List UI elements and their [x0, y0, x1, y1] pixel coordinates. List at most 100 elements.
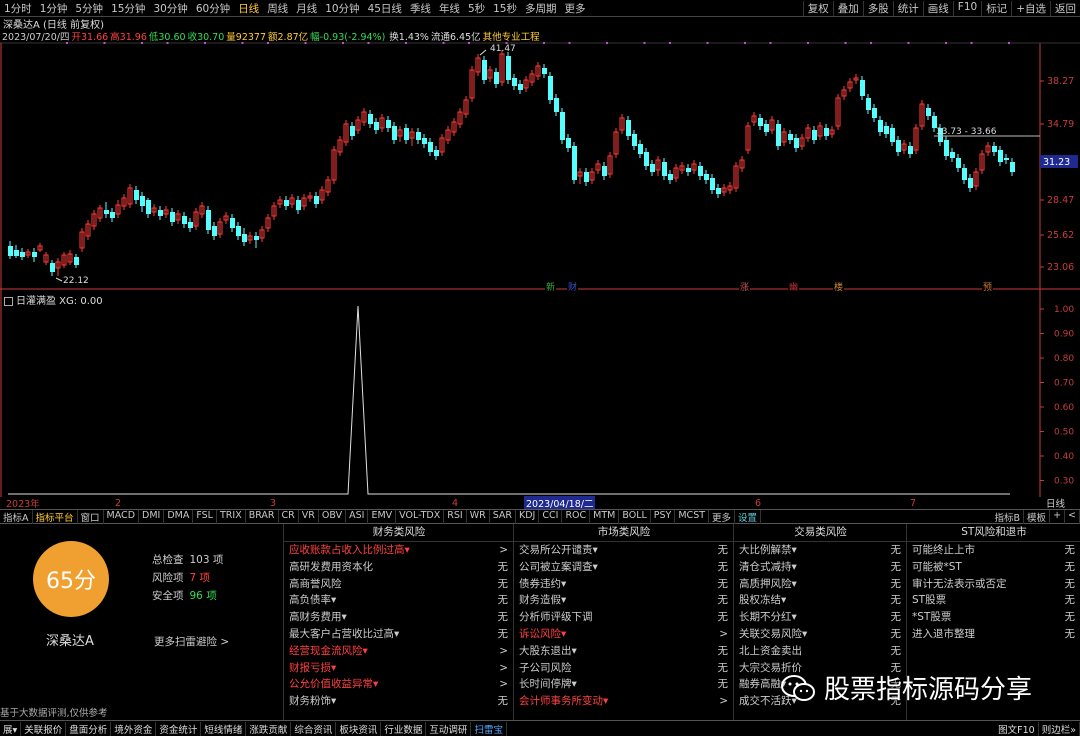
risk-item-value: 无	[717, 644, 729, 657]
risk-item[interactable]: 会计师事务所变动▾ >	[514, 693, 734, 710]
bottom-tab[interactable]: 境外资金	[111, 721, 157, 736]
risk-item-value: 无	[1064, 627, 1076, 640]
risk-item[interactable]: 高商誉风险 无	[284, 576, 514, 593]
risk-item[interactable]: 高质押风险▾ 无	[734, 576, 907, 593]
risk-item[interactable]: 财务造假▾ 无	[514, 592, 734, 609]
risk-item[interactable]: 清仓式减持▾ 无	[734, 559, 907, 576]
signal-dot	[907, 42, 910, 44]
risk-item[interactable]: *ST股票 无	[907, 609, 1080, 626]
indicator-tab-right[interactable]: 指标B	[992, 509, 1025, 524]
indicator-tab[interactable]: VOL-TDX	[396, 509, 445, 524]
risk-item-value: 无	[717, 544, 729, 556]
indicator-tab[interactable]: EMV	[368, 509, 397, 524]
risk-item-name: 交易所公开谴责▾	[519, 544, 598, 556]
bottom-tab[interactable]: 短线情绪	[201, 721, 247, 736]
indicator-tab[interactable]: 更多	[709, 509, 736, 524]
candle-body	[650, 164, 655, 172]
risk-item[interactable]: 最大客户占营收比过高▾ 无	[284, 626, 514, 643]
indicator-tab[interactable]: WR	[467, 509, 490, 524]
indicator-tab[interactable]: 指标A	[0, 509, 33, 524]
kline-chart[interactable]: 38.2734.7928.4725.6223.06 33.73 - 33.66 …	[0, 0, 1080, 497]
risk-item-name: 大股东退出▾	[519, 644, 577, 657]
risk-item[interactable]: 高财务费用▾ 无	[284, 609, 514, 626]
bottom-tab[interactable]: 板块资讯	[336, 721, 382, 736]
event-tag[interactable]: 预	[983, 282, 992, 293]
event-tag[interactable]: 涨	[740, 282, 749, 293]
bottom-right-button[interactable]: 则边栏»	[1039, 721, 1080, 736]
risk-item[interactable]: 财报亏损▾ >	[284, 660, 514, 677]
signal-dot	[844, 42, 847, 44]
more-scan-link[interactable]: 更多扫雷避险 >	[154, 634, 229, 649]
bottom-tab[interactable]: 互动调研	[426, 721, 472, 736]
indicator-tab[interactable]: FSL	[193, 509, 217, 524]
risk-item[interactable]: 高负债率▾ 无	[284, 592, 514, 609]
risk-item[interactable]: 公司被立案调查▾ 无	[514, 559, 734, 576]
indicator-tab[interactable]: BOLL	[619, 509, 651, 524]
indicator-tab[interactable]: ASI	[346, 509, 369, 524]
risk-item[interactable]: 子公司风险 无	[514, 660, 734, 677]
risk-item[interactable]: 公允价值收益异常▾ >	[284, 676, 514, 693]
risk-item[interactable]: 财务粉饰▾ 无	[284, 693, 514, 710]
risk-item[interactable]: 应收账款占收入比例过高▾ >	[284, 542, 514, 559]
indicator-tab[interactable]: DMA	[164, 509, 194, 524]
risk-column-title: 交易类风险	[734, 524, 907, 542]
risk-item[interactable]: 分析师评级下调 无	[514, 609, 734, 626]
indicator-tab[interactable]: KDJ	[516, 509, 540, 524]
indicator-tab[interactable]: VR	[299, 509, 319, 524]
risk-item[interactable]: 长期不分红▾ 无	[734, 609, 907, 626]
indicator-tab-right[interactable]: 模板	[1024, 509, 1051, 524]
indicator-tab[interactable]: CCI	[539, 509, 563, 524]
indicator-tab[interactable]: CR	[279, 509, 299, 524]
risk-item[interactable]: 可能被*ST 无	[907, 559, 1080, 576]
risk-item[interactable]: 长时间停牌▾ 无	[514, 676, 734, 693]
risk-item[interactable]: 股权冻结▾ 无	[734, 592, 907, 609]
indicator-tab[interactable]: RSI	[444, 509, 467, 524]
event-tag[interactable]: 楼	[834, 281, 843, 293]
risk-item[interactable]: 关联交易风险▾ 无	[734, 626, 907, 643]
event-tag[interactable]: 新	[546, 281, 555, 293]
bottom-tab[interactable]: 扫雷宝	[471, 721, 507, 736]
risk-item[interactable]: 可能终止上市 无	[907, 542, 1080, 559]
risk-item[interactable]: 经营现金流风险▾ >	[284, 643, 514, 660]
risk-item[interactable]: 大股东退出▾ 无	[514, 643, 734, 660]
bottom-tab[interactable]: 涨跌贡献	[246, 721, 292, 736]
bottom-tab[interactable]: 展▾	[0, 721, 22, 736]
indicator-tab[interactable]: 窗口	[78, 509, 104, 524]
indicator-tab[interactable]: MTM	[590, 509, 620, 524]
bottom-tab[interactable]: 盘面分析	[66, 721, 112, 736]
risk-item[interactable]: 北上资金卖出 无	[734, 643, 907, 660]
risk-item[interactable]: 大比例解禁▾ 无	[734, 542, 907, 559]
bottom-tab[interactable]: 行业数据	[381, 721, 427, 736]
risk-item-name: 高研发费用资本化	[289, 560, 373, 573]
indicator-tab[interactable]: MCST	[675, 509, 710, 524]
indicator-tab[interactable]: 指标平台	[33, 509, 78, 524]
indicator-toggle-icon[interactable]	[4, 296, 13, 306]
bottom-tab[interactable]: 资金统计	[156, 721, 202, 736]
indicator-tab[interactable]: MACD	[104, 509, 140, 524]
indicator-tab[interactable]: DMI	[139, 509, 165, 524]
bottom-right-button[interactable]: 图文F10	[995, 721, 1039, 736]
event-tag[interactable]: 财	[568, 281, 577, 293]
indicator-tab[interactable]: TRIX	[217, 509, 246, 524]
risk-item[interactable]: 审计无法表示或否定 无	[907, 576, 1080, 593]
risk-item[interactable]: 高研发费用资本化 无	[284, 559, 514, 576]
risk-item-name: *ST股票	[912, 611, 952, 624]
event-tag[interactable]: 幽	[789, 282, 798, 293]
indicator-tab-right[interactable]: +	[1050, 509, 1066, 524]
indicator-tab[interactable]: ROC	[562, 509, 591, 524]
indicator-tab[interactable]: SAR	[490, 509, 517, 524]
bottom-tab[interactable]: 综合资讯	[291, 721, 337, 736]
indicator-tab[interactable]: BRAR	[246, 509, 279, 524]
bottom-tab[interactable]: 关联报价	[21, 721, 67, 736]
risk-item-value: 无	[497, 594, 509, 607]
indicator-tick: 0.60	[1054, 403, 1074, 413]
risk-item[interactable]: ST股票 无	[907, 592, 1080, 609]
risk-item[interactable]: 诉讼风险▾ >	[514, 626, 734, 643]
indicator-tab[interactable]: OBV	[319, 509, 347, 524]
indicator-tab-right[interactable]: <	[1065, 509, 1080, 524]
risk-item[interactable]: 交易所公开谴责▾ 无	[514, 542, 734, 559]
risk-item[interactable]: 进入退市整理 无	[907, 626, 1080, 643]
indicator-tab[interactable]: PSY	[651, 509, 676, 524]
indicator-tab[interactable]: 设置	[735, 509, 762, 524]
risk-item[interactable]: 债券违约▾ 无	[514, 576, 734, 593]
